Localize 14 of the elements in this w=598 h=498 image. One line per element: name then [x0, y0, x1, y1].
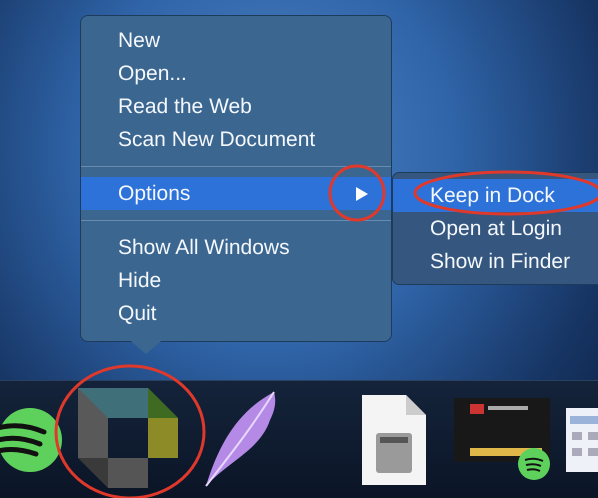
menu-item[interactable]: Show in Finder [393, 245, 598, 278]
document-icon[interactable] [360, 393, 428, 487]
menu-item[interactable]: Scan New Document [81, 123, 391, 156]
menu-item[interactable]: Open... [81, 57, 391, 90]
annotation-circle [328, 164, 386, 222]
menu-item[interactable]: Options [81, 177, 391, 210]
window-thumbnail[interactable] [566, 408, 598, 472]
menu-item[interactable]: Keep in Dock [393, 179, 598, 212]
menu-item[interactable]: Read the Web [81, 90, 391, 123]
menu-item[interactable]: Hide [81, 264, 391, 297]
menu-item[interactable]: Show All Windows [81, 231, 391, 264]
menu-item[interactable]: Open at Login [393, 212, 598, 245]
menu-item[interactable]: New [81, 24, 391, 57]
menu-item[interactable]: Quit [81, 297, 391, 330]
